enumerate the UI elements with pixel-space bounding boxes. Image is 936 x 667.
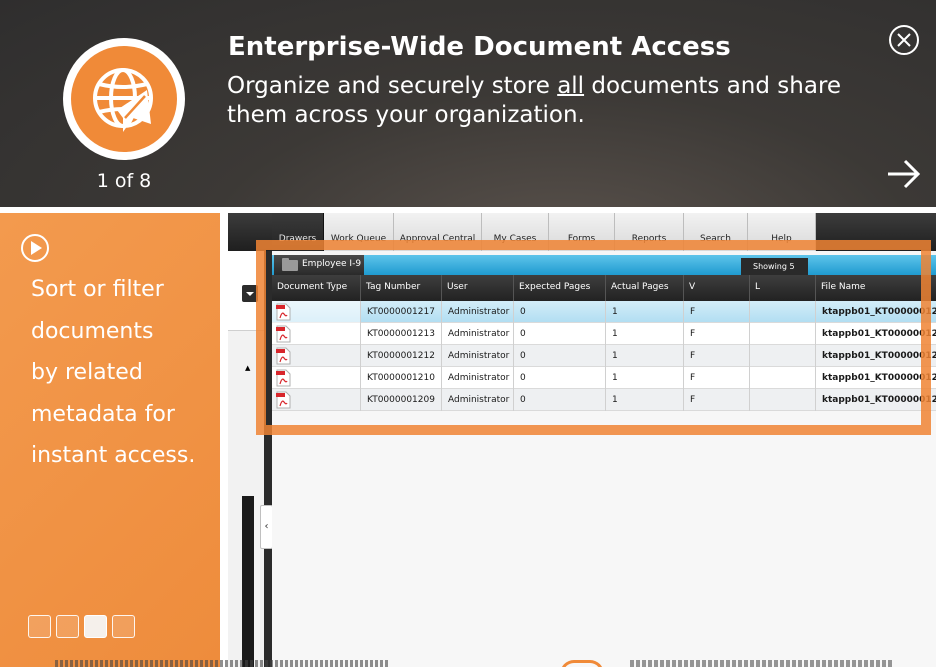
pager-dot-1[interactable] (28, 615, 51, 638)
slide-title: Enterprise-Wide Document Access (228, 32, 731, 62)
slide-subtitle: Organize and securely store all document… (227, 72, 877, 130)
highlight-frame (256, 240, 931, 435)
slide-counter: 1 of 8 (96, 170, 152, 192)
play-button[interactable] (20, 233, 50, 263)
play-icon (21, 234, 49, 262)
globe-document-icon (93, 68, 153, 132)
subtitle-emphasis: all (557, 73, 585, 99)
pager-dot-3[interactable] (84, 615, 107, 638)
next-section-peek-right (630, 660, 892, 667)
pager-dot-2[interactable] (56, 615, 79, 638)
feature-line: documents (31, 318, 154, 344)
close-button[interactable] (889, 25, 919, 55)
next-section-peek (55, 660, 390, 667)
logo-badge (63, 38, 185, 160)
feature-line: instant access. (31, 443, 196, 468)
scroll-up-icon[interactable]: ▲ (245, 364, 250, 372)
grid-empty-area (272, 411, 936, 667)
subtitle-text: Organize and securely store (227, 73, 558, 99)
vertical-scrollbar[interactable] (242, 496, 254, 667)
pager-dots (28, 615, 135, 638)
arrow-right-icon (888, 159, 921, 189)
feature-line: metadata for (31, 401, 175, 427)
feature-line: by related (31, 360, 143, 385)
promo-header: 1 of 8 Enterprise-Wide Document Access O… (0, 0, 936, 207)
next-slide-button[interactable] (886, 158, 922, 190)
feature-description: Sort or filter documents by related meta… (31, 269, 216, 477)
close-icon (897, 33, 911, 47)
feature-line: Sort or filter (31, 277, 164, 302)
feature-panel: Sort or filter documents by related meta… (0, 213, 220, 667)
pager-dot-4[interactable] (112, 615, 135, 638)
